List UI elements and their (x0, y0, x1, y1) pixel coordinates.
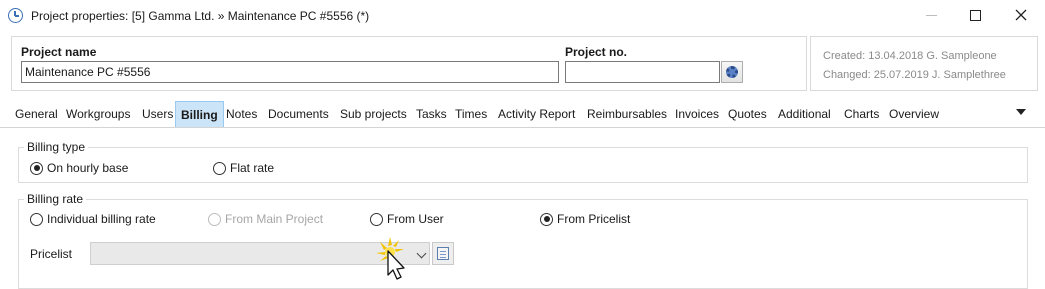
generate-number-button[interactable] (721, 61, 743, 83)
tab-general[interactable]: General (10, 101, 63, 127)
tab-overview[interactable]: Overview (884, 101, 944, 127)
minimize-icon (925, 14, 937, 16)
radio-label: From User (387, 212, 444, 226)
radio-from-main-project: From Main Project (208, 212, 323, 226)
radio-on-hourly-base[interactable]: On hourly base (30, 161, 128, 175)
radio-checked-icon (540, 212, 553, 226)
tab-sub-projects[interactable]: Sub projects (335, 101, 412, 127)
radio-from-user[interactable]: From User (370, 212, 444, 226)
radio-label: Flat rate (230, 161, 275, 175)
project-no-label: Project no. (565, 45, 628, 59)
tab-activity-report[interactable]: Activity Report (493, 101, 580, 127)
close-icon (1015, 9, 1027, 21)
edit-pricelist-button[interactable] (432, 242, 454, 265)
project-properties-window: Project properties: [5] Gamma Ltd. » Mai… (0, 0, 1045, 289)
gear-icon (726, 66, 738, 78)
close-button[interactable] (998, 0, 1044, 30)
tabs-overflow-icon[interactable] (1016, 109, 1026, 115)
billing-type-title: Billing type (24, 140, 89, 154)
radio-individual-billing-rate[interactable]: Individual billing rate (30, 212, 156, 226)
tab-documents[interactable]: Documents (263, 101, 334, 127)
tab-times[interactable]: Times (450, 101, 492, 127)
radio-disabled-icon (208, 212, 221, 226)
radio-checked-icon (30, 161, 43, 175)
tab-tasks[interactable]: Tasks (411, 101, 452, 127)
tab-users[interactable]: Users (137, 101, 178, 127)
radio-label: From Main Project (225, 212, 324, 226)
billing-rate-title: Billing rate (24, 192, 87, 206)
radio-label: On hourly base (47, 161, 129, 175)
project-no-input[interactable] (565, 61, 720, 83)
tab-notes[interactable]: Notes (221, 101, 262, 127)
audit-info-panel: Created: 13.04.2018 G. Sampleone Changed… (810, 36, 1038, 91)
radio-unchecked-icon (30, 212, 43, 226)
tab-quotes[interactable]: Quotes (723, 101, 772, 127)
created-info: Created: 13.04.2018 G. Sampleone (823, 50, 997, 62)
maximize-button[interactable] (952, 0, 998, 30)
project-name-input[interactable]: Maintenance PC #5556 (21, 61, 559, 83)
billing-type-group (18, 147, 1028, 183)
tab-invoices[interactable]: Invoices (670, 101, 724, 127)
chevron-down-icon (416, 248, 427, 259)
minimize-button[interactable] (908, 0, 954, 30)
edit-notepad-icon (437, 247, 449, 260)
window-title: Project properties: [5] Gamma Ltd. » Mai… (31, 9, 370, 23)
radio-label: Individual billing rate (47, 212, 156, 226)
radio-flat-rate[interactable]: Flat rate (213, 161, 274, 175)
radio-label: From Pricelist (557, 212, 631, 226)
changed-info: Changed: 25.07.2019 J. Samplethree (823, 69, 1006, 81)
pricelist-label: Pricelist (30, 247, 73, 261)
tab-workgroups[interactable]: Workgroups (61, 101, 135, 127)
radio-from-pricelist[interactable]: From Pricelist (540, 212, 630, 226)
tab-reimbursables[interactable]: Reimbursables (582, 101, 672, 127)
clock-icon (8, 8, 23, 23)
title-bar: Project properties: [5] Gamma Ltd. » Mai… (0, 0, 1045, 32)
mouse-cursor-icon (376, 237, 405, 280)
tab-strip: General Workgroups Users Billing Notes D… (0, 99, 1045, 128)
tab-billing[interactable]: Billing (175, 101, 224, 127)
tab-charts[interactable]: Charts (839, 101, 884, 127)
project-name-label: Project name (21, 45, 97, 59)
project-header: Project name Maintenance PC #5556 Projec… (0, 32, 1045, 94)
radio-unchecked-icon (370, 212, 383, 226)
tab-additional[interactable]: Additional (773, 101, 836, 127)
maximize-icon (969, 9, 981, 21)
radio-unchecked-icon (213, 161, 226, 175)
